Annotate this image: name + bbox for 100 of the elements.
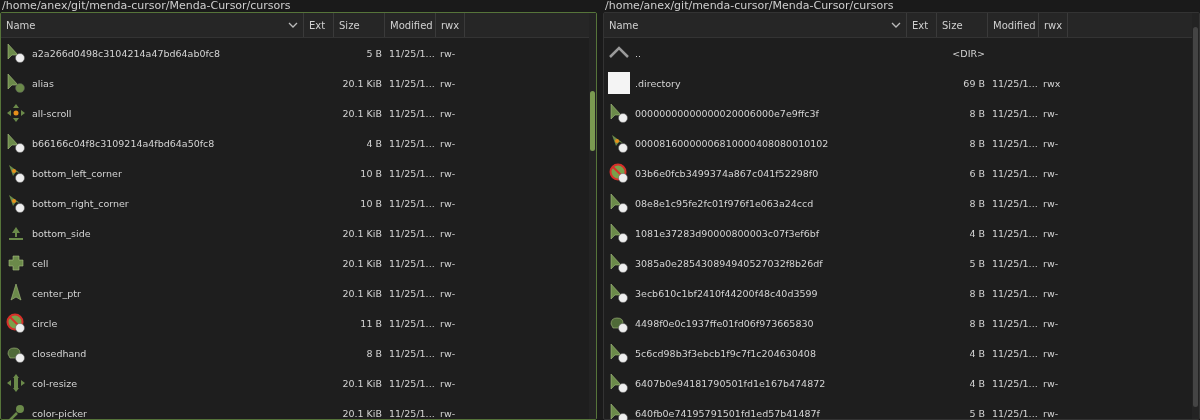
modified-date: 11/25/1... — [389, 377, 435, 389]
modified-date: 11/25/1... — [992, 197, 1038, 209]
file-name[interactable]: alias — [32, 77, 54, 89]
file-size: 20.1 KiB — [342, 227, 382, 239]
permissions: rw- — [1043, 107, 1059, 119]
file-name[interactable]: 3ecb610c1bf2410f44200f48c40d3599 — [635, 287, 818, 299]
cross-arrows-icon — [5, 372, 27, 394]
file-size: 20.1 KiB — [342, 107, 382, 119]
file-size: 10 B — [360, 167, 382, 179]
file-size: 6 B — [969, 167, 985, 179]
column-header[interactable]: rwx — [436, 13, 465, 37]
arrow-cursor-icon — [608, 252, 630, 274]
column-header[interactable]: rwx — [1039, 13, 1068, 37]
file-name[interactable]: bottom_left_corner — [32, 167, 122, 179]
file-thumbnail-icon — [608, 72, 630, 94]
modified-date: 11/25/1... — [389, 317, 435, 329]
file-name[interactable]: 00000000000000020006000e7e9ffc3f — [635, 107, 819, 119]
arrow-cursor-icon — [608, 402, 630, 420]
modified-date: 11/25/1... — [389, 167, 435, 179]
permissions: rw- — [440, 167, 456, 179]
column-header[interactable]: Name — [1, 13, 304, 37]
file-name[interactable]: a2a266d0498c3104214a47bd64ab0fc8 — [32, 47, 221, 59]
file-name[interactable]: center_ptr — [32, 287, 81, 299]
path-label: /home/anex/git/menda-cursor/Menda-Cursor/cursors — [1, 0, 292, 12]
column-header[interactable]: Ext — [907, 13, 937, 37]
modified-date: 11/25/1... — [992, 77, 1038, 89]
scrollbar-track[interactable] — [1192, 13, 1199, 419]
permissions: rw- — [440, 47, 456, 59]
file-size: 20.1 KiB — [342, 287, 382, 299]
column-header[interactable]: Name — [604, 13, 907, 37]
file-size: 8 B — [969, 317, 985, 329]
modified-date: 11/25/1... — [992, 137, 1038, 149]
file-size: 11 B — [360, 317, 382, 329]
permissions: rw- — [440, 377, 456, 389]
modified-date: 11/25/1... — [992, 377, 1038, 389]
file-name[interactable]: 1081e37283d90000800003c07f3ef6bf — [635, 227, 820, 239]
file-size: 4 B — [969, 347, 985, 359]
permissions: rw- — [440, 197, 456, 209]
arrow-cursor-icon — [5, 72, 27, 94]
column-header[interactable]: Modified — [385, 13, 436, 37]
arrow-cursor-icon — [608, 372, 630, 394]
file-name[interactable]: bottom_side — [32, 227, 91, 239]
file-name[interactable]: .directory — [635, 77, 681, 89]
chevron-down-icon — [891, 22, 901, 28]
file-name[interactable]: .. — [635, 47, 642, 59]
file-name[interactable]: 3085a0e285430894940527032f8b26df — [635, 257, 823, 269]
modified-date: 11/25/1... — [992, 257, 1038, 269]
arrow-cursor-icon — [608, 342, 630, 364]
file-name[interactable]: 6407b0e94181790501fd1e167b474872 — [635, 377, 826, 389]
file-name[interactable]: b66166c04f8c3109214a4fbd64a50fc8 — [32, 137, 215, 149]
file-size: 5 B — [366, 47, 382, 59]
scrollbar-track[interactable] — [589, 13, 596, 419]
file-size: 4 B — [969, 227, 985, 239]
file-size: 20.1 KiB — [342, 407, 382, 419]
permissions: rw- — [440, 227, 456, 239]
arrow-cursor-icon — [608, 192, 630, 214]
column-header[interactable]: Size — [937, 13, 988, 37]
file-name[interactable]: 5c6cd98b3f3ebcb1f9c7f1c204630408 — [635, 347, 816, 359]
file-size: 20.1 KiB — [342, 77, 382, 89]
arrow-cursor-icon — [608, 102, 630, 124]
file-name[interactable]: circle — [32, 317, 58, 329]
modified-date: 11/25/1... — [992, 347, 1038, 359]
file-name[interactable]: 640fb0e74195791501fd1ed57b41487f — [635, 407, 820, 419]
scrollbar-thumb[interactable] — [590, 91, 595, 151]
permissions: rw- — [1043, 167, 1059, 179]
file-name[interactable]: cell — [32, 257, 49, 269]
modified-date: 11/25/1... — [389, 137, 435, 149]
file-size: <DIR> — [952, 47, 985, 59]
file-size: 4 B — [969, 377, 985, 389]
column-header[interactable]: Ext — [304, 13, 334, 37]
permissions: rw- — [440, 77, 456, 89]
file-name[interactable]: col-resize — [32, 377, 78, 389]
modified-date: 11/25/1... — [389, 77, 435, 89]
scrollbar-thumb[interactable] — [1193, 27, 1198, 407]
file-name[interactable]: bottom_right_corner — [32, 197, 129, 209]
path-label: /home/anex/git/menda-cursor/Menda-Cursor/cursors — [604, 0, 895, 12]
permissions: rw- — [1043, 137, 1059, 149]
forbidden-icon — [5, 312, 27, 334]
file-name[interactable]: 08e8e1c95fe2fc01f976f1e063a24ccd — [635, 197, 814, 209]
modified-date: 11/25/1... — [992, 407, 1038, 419]
permissions: rw- — [440, 257, 456, 269]
modified-date: 11/25/1... — [992, 227, 1038, 239]
column-header[interactable]: Modified — [988, 13, 1039, 37]
file-size: 69 B — [963, 77, 985, 89]
modified-date: 11/25/1... — [992, 287, 1038, 299]
file-name[interactable]: 03b6e0fcb3499374a867c041f52298f0 — [635, 167, 819, 179]
file-name[interactable]: color-picker — [32, 407, 88, 419]
file-name[interactable]: all-scroll — [32, 107, 72, 119]
permissions: rw- — [1043, 227, 1059, 239]
file-size: 8 B — [969, 107, 985, 119]
file-name[interactable]: 4498f0e0c1937ffe01fd06f973665830 — [635, 317, 814, 329]
forbidden-icon — [608, 162, 630, 184]
permissions: rw- — [1043, 407, 1059, 419]
file-name[interactable]: closedhand — [32, 347, 87, 359]
file-size: 20.1 KiB — [342, 377, 382, 389]
move-arrows-icon — [5, 102, 27, 124]
file-name[interactable]: 00008160000006810000408080010102 — [635, 137, 829, 149]
modified-date: 11/25/1... — [389, 407, 435, 419]
permissions: rw- — [1043, 377, 1059, 389]
column-header[interactable]: Size — [334, 13, 385, 37]
